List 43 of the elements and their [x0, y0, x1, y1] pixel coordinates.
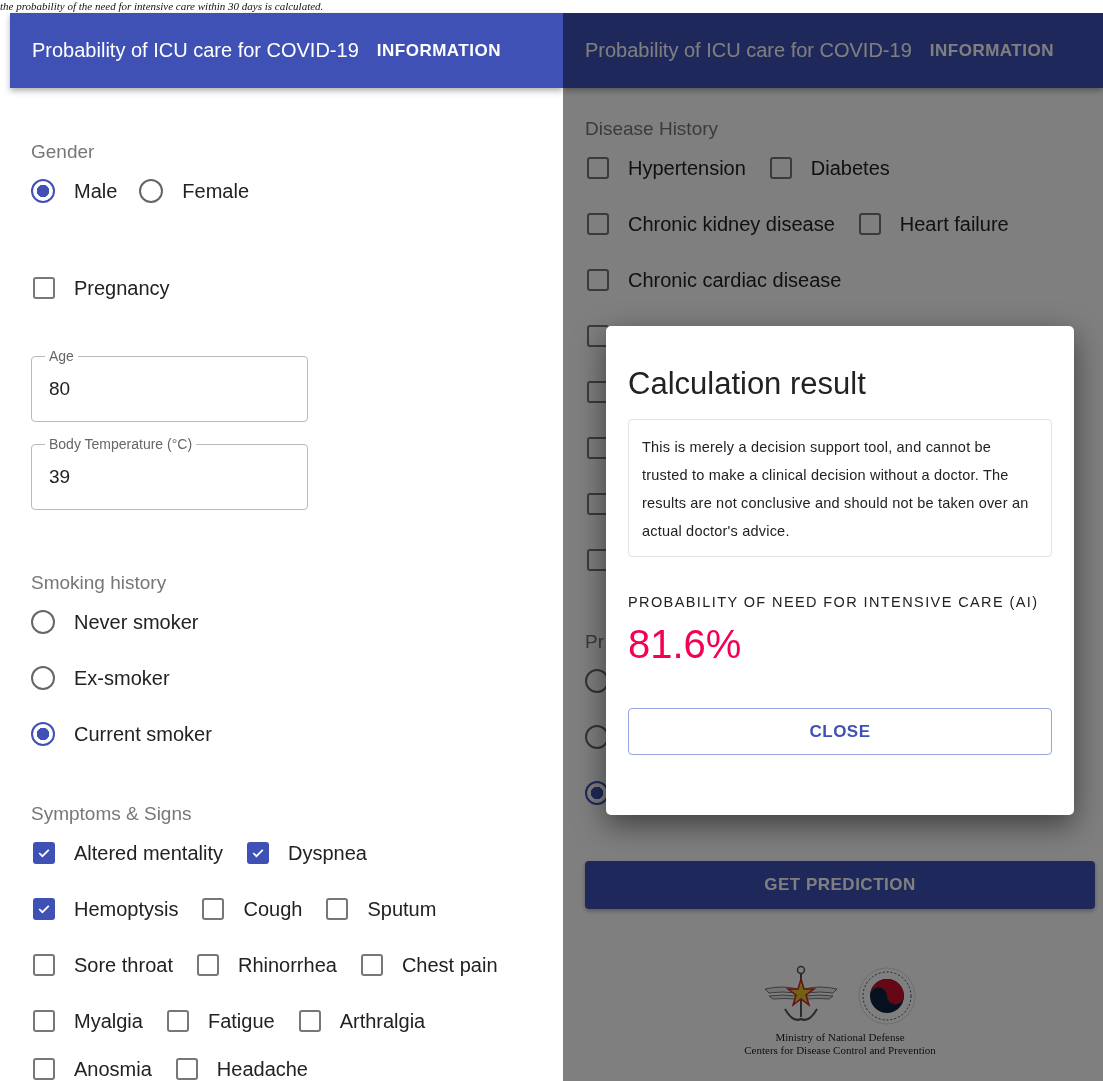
- checkbox[interactable]: Hypertension: [585, 156, 746, 180]
- input-field[interactable]: Body Temperature (°C) 39: [31, 436, 308, 510]
- section-label: Symptoms & Signs: [31, 803, 192, 825]
- disclaimer-text: This is merely a decision support tool, and cannot be trusted to make a clinical decision without a doctor. The results are not conclusive and should not be taken over an actual doctor's advice.: [642, 438, 1030, 541]
- app-title: Probability of ICU care for COVID-19: [585, 39, 912, 62]
- close-button[interactable]: CLOSE: [628, 708, 1052, 755]
- checkbox[interactable]: Headache: [173, 1057, 308, 1081]
- circle-emblem-icon: [857, 966, 917, 1026]
- result-label: PROBABILITY OF NEED FOR INTENSIVE CARE (AI): [628, 594, 1040, 610]
- checkbox[interactable]: Sore throat: [31, 953, 173, 977]
- app-title: Probability of ICU care for COVID-19: [32, 39, 359, 62]
- section-label: Gender: [31, 141, 95, 163]
- result-value: 81.6%: [628, 621, 743, 668]
- checkbox[interactable]: Myalgia: [31, 1009, 143, 1033]
- checkbox[interactable]: Diabetes: [767, 156, 890, 180]
- checkbox[interactable]: Rhinorrhea: [194, 953, 337, 977]
- footer-text: Centers for Disease Control and Prevention: [743, 1044, 937, 1057]
- input-field[interactable]: Age 80: [31, 348, 308, 422]
- checkbox[interactable]: Chest pain: [358, 953, 498, 977]
- section-label: Pr: [585, 631, 604, 653]
- footer-text: Ministry of National Defense: [774, 1031, 906, 1044]
- checkbox[interactable]: Sputum: [324, 897, 437, 921]
- section-label: Disease History: [585, 118, 719, 140]
- radio-button[interactable]: Male: [31, 179, 118, 203]
- checkbox[interactable]: Pregnancy: [31, 276, 170, 300]
- checkbox[interactable]: Heart failure: [856, 212, 1009, 236]
- radio-button[interactable]: Never smoker: [31, 610, 199, 634]
- checkbox[interactable]: Anosmia: [31, 1057, 152, 1081]
- radio-button[interactable]: Current smoker: [31, 722, 212, 746]
- checkbox[interactable]: Fatigue: [164, 1009, 275, 1033]
- checkbox[interactable]: Cough: [200, 897, 303, 921]
- section-label: Smoking history: [31, 572, 167, 594]
- radio-button[interactable]: Female: [139, 179, 250, 203]
- checkbox[interactable]: Dyspnea: [244, 841, 367, 865]
- checkbox[interactable]: Hemoptysis: [31, 897, 179, 921]
- checkbox[interactable]: Altered mentality: [31, 841, 223, 865]
- radio-button[interactable]: Ex-smoker: [31, 666, 170, 690]
- caption-text: the probability of the need for intensive care within 30 days is calculated.: [0, 0, 325, 13]
- information-button[interactable]: INFORMATION: [376, 40, 501, 61]
- dialog-title: Calculation result: [628, 366, 867, 402]
- checkbox[interactable]: Arthralgia: [296, 1009, 426, 1033]
- checkbox[interactable]: Chronic kidney disease: [585, 212, 835, 236]
- checkbox[interactable]: Chronic cardiac disease: [585, 268, 842, 292]
